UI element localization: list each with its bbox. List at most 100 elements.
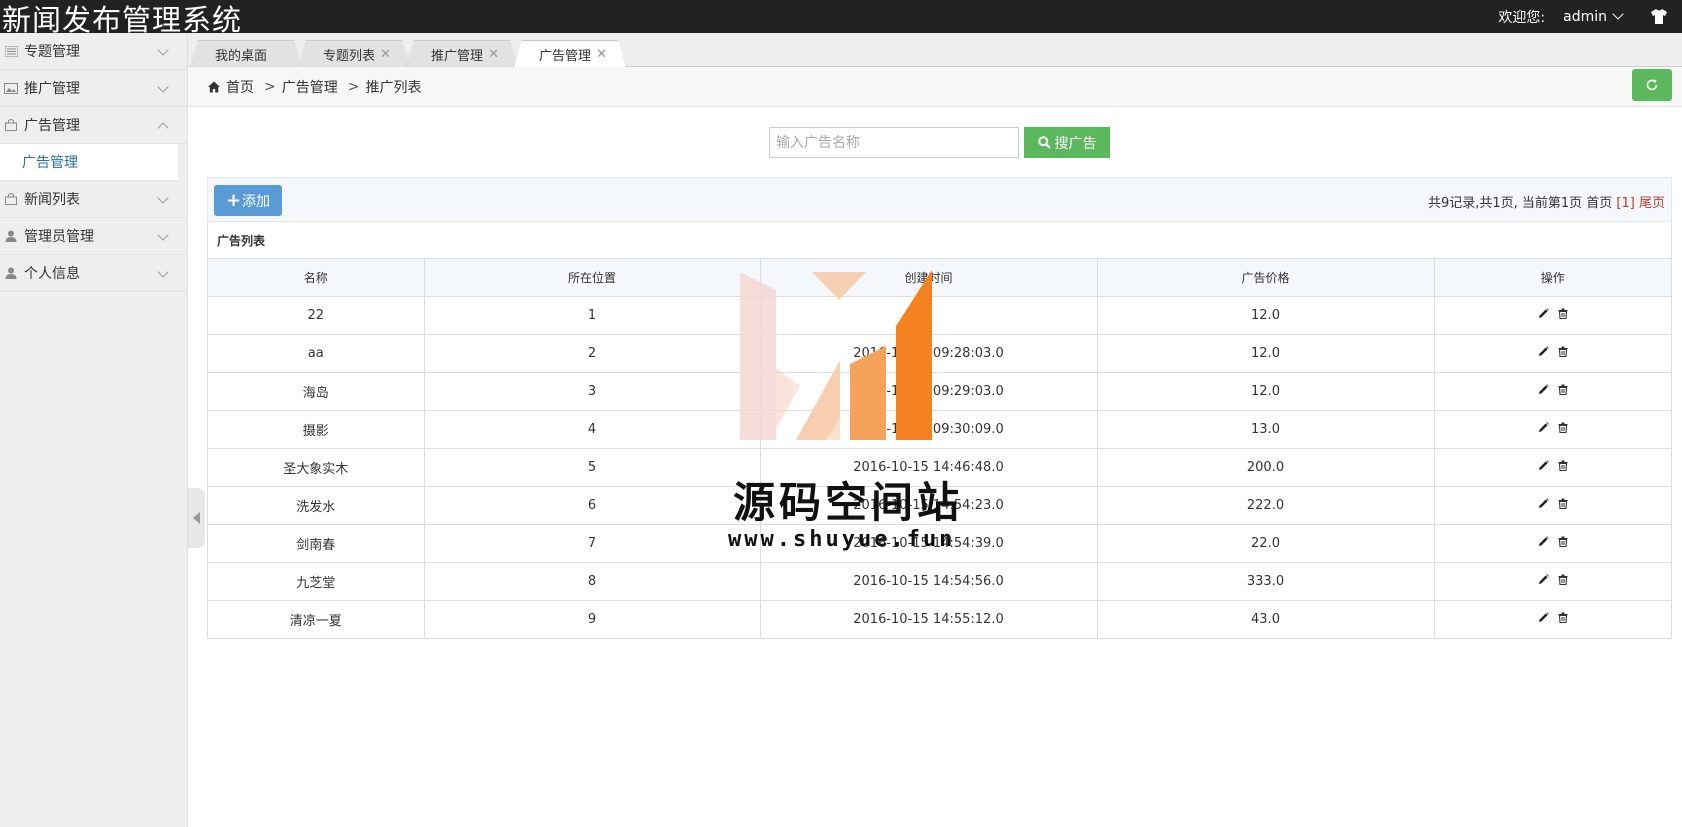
- table-row: 海岛 3 2016-10-15 09:29:03.0 12.0: [208, 372, 1671, 411]
- watermark-title: 源码空间站: [733, 478, 964, 527]
- search-button-label: 搜广告: [1054, 134, 1097, 151]
- column-header: 名称: [208, 259, 424, 297]
- chevron-down-icon: [157, 229, 169, 241]
- cell-price: 200.0: [1096, 448, 1434, 487]
- ad-name-search-input[interactable]: [769, 127, 1019, 158]
- breadcrumb-current: 推广列表: [365, 79, 422, 96]
- search-ads-button[interactable]: 搜广告: [1024, 127, 1110, 158]
- edit-icon[interactable]: [1538, 497, 1549, 509]
- cell-time: 2016-10-15 09:30:09.0: [759, 410, 1097, 449]
- cell-price: 12.0: [1096, 372, 1434, 411]
- cell-time: 2016-10-15 09:28:03.0: [759, 334, 1097, 373]
- tab-desktop[interactable]: 我的桌面: [190, 40, 302, 67]
- edit-icon[interactable]: [1538, 307, 1549, 319]
- user-icon: [4, 267, 18, 279]
- column-header: 操作: [1433, 259, 1671, 297]
- sidebar-subitem-ads[interactable]: 广告管理: [0, 144, 178, 181]
- trash-icon[interactable]: [1558, 536, 1568, 547]
- trash-icon[interactable]: [1558, 384, 1568, 395]
- top-header: 新闻发布管理系统 欢迎您: admin: [0, 0, 1682, 37]
- cell-time: [759, 296, 1097, 335]
- pager-current-page[interactable]: [1]: [1616, 196, 1634, 211]
- user-menu[interactable]: admin: [1563, 8, 1624, 25]
- cell-position: 4: [423, 410, 760, 449]
- column-header: 创建时间: [759, 259, 1097, 297]
- sidebar-item-label: 推广管理: [24, 81, 80, 97]
- caret-left-icon: [193, 512, 200, 524]
- cell-position: 6: [423, 486, 760, 525]
- table-row: 九芝堂 8 2016-10-15 14:54:56.0 333.0: [208, 562, 1671, 601]
- edit-icon[interactable]: [1538, 383, 1549, 395]
- breadcrumb-separator: >: [347, 78, 360, 95]
- sidebar-collapse-handle[interactable]: [188, 488, 205, 548]
- cell-name: 摄影: [208, 410, 424, 449]
- cell-name: 九芝堂: [208, 562, 424, 601]
- sidebar-item-label: 新闻列表: [24, 192, 80, 208]
- table-header-row: 名称 所在位置 创建时间 广告价格 操作: [208, 259, 1671, 297]
- edit-icon[interactable]: [1538, 573, 1549, 585]
- search-icon: [1037, 136, 1051, 149]
- breadcrumb-separator: >: [264, 78, 276, 95]
- trash-icon[interactable]: [1558, 308, 1568, 319]
- sidebar-item-label: 管理员管理: [24, 229, 94, 245]
- tab-promotion[interactable]: 推广管理 ✕: [406, 40, 518, 67]
- sidebar-item-promotion[interactable]: 推广管理: [0, 70, 187, 107]
- cell-time: 2016-10-15 14:54:56.0: [759, 562, 1097, 601]
- chevron-up-icon: [157, 122, 169, 134]
- close-icon[interactable]: ✕: [488, 47, 499, 62]
- add-button-label: 添加: [242, 193, 271, 210]
- skin-shirt-icon[interactable]: [1650, 9, 1668, 24]
- cell-name: 海岛: [208, 372, 424, 411]
- breadcrumb-home[interactable]: 首页: [226, 77, 254, 97]
- edit-icon[interactable]: [1538, 459, 1549, 471]
- ads-table: 名称 所在位置 创建时间 广告价格 操作 22 1 12.0 aa 2 2016-10-1…: [208, 259, 1671, 638]
- plus-icon: +: [225, 190, 242, 211]
- trash-icon[interactable]: [1558, 460, 1568, 471]
- sidebar-item-profile[interactable]: 个人信息: [0, 255, 187, 292]
- username: admin: [1563, 8, 1607, 25]
- list-icon: [4, 45, 18, 57]
- trash-icon[interactable]: [1558, 422, 1568, 433]
- trash-icon[interactable]: [1558, 574, 1568, 585]
- trash-icon[interactable]: [1558, 498, 1568, 509]
- edit-icon[interactable]: [1538, 611, 1549, 623]
- tab-ads[interactable]: 广告管理 ✕: [514, 40, 626, 68]
- table-row: 摄影 4 2016-10-15 09:30:09.0 13.0: [208, 410, 1671, 449]
- home-icon: [208, 81, 220, 92]
- cell-position: 5: [423, 448, 760, 487]
- pager-summary: 共9记录,共1页, 当前第1页 首页: [1427, 196, 1617, 211]
- tab-label: 专题列表: [323, 48, 376, 64]
- cell-price: 43.0: [1096, 600, 1434, 638]
- cell-actions: [1433, 486, 1671, 525]
- sidebar-item-ads[interactable]: 广告管理: [0, 107, 187, 144]
- cell-actions: [1433, 600, 1671, 638]
- breadcrumb-ads[interactable]: 广告管理: [282, 77, 338, 97]
- add-ad-button[interactable]: + 添加: [214, 185, 282, 216]
- edit-icon[interactable]: [1538, 421, 1549, 433]
- sidebar-item-news[interactable]: 新闻列表: [0, 181, 187, 218]
- trash-icon[interactable]: [1558, 346, 1568, 357]
- close-icon[interactable]: ✕: [596, 47, 607, 62]
- cell-time: 2016-10-15 14:55:12.0: [759, 600, 1097, 638]
- tab-topic-list[interactable]: 专题列表 ✕: [298, 40, 410, 67]
- chevron-down-icon: [157, 266, 169, 278]
- close-icon[interactable]: ✕: [380, 47, 391, 62]
- refresh-button[interactable]: [1632, 69, 1672, 101]
- refresh-icon: [1646, 79, 1658, 91]
- sidebar-item-label: 专题管理: [24, 44, 80, 60]
- list-toolbar: + 添加 共9记录,共1页, 当前第1页 首页 [1] 尾页: [207, 177, 1672, 222]
- image-icon: [4, 82, 18, 94]
- pagination: 共9记录,共1页, 当前第1页 首页 [1] 尾页: [1428, 192, 1665, 211]
- bag-icon: [4, 193, 18, 205]
- cell-actions: [1433, 524, 1671, 563]
- trash-icon[interactable]: [1558, 612, 1568, 623]
- pager-last-page[interactable]: 尾页: [1639, 196, 1665, 211]
- watermark-url: www.shuyue.fun: [728, 527, 956, 552]
- edit-icon[interactable]: [1538, 345, 1549, 357]
- cell-price: 12.0: [1096, 334, 1434, 373]
- cell-name: 剑南春: [208, 524, 424, 563]
- edit-icon[interactable]: [1538, 535, 1549, 547]
- cell-name: 洗发水: [208, 486, 424, 525]
- sidebar-item-admins[interactable]: 管理员管理: [0, 218, 187, 255]
- sidebar-item-topics[interactable]: 专题管理: [0, 33, 187, 70]
